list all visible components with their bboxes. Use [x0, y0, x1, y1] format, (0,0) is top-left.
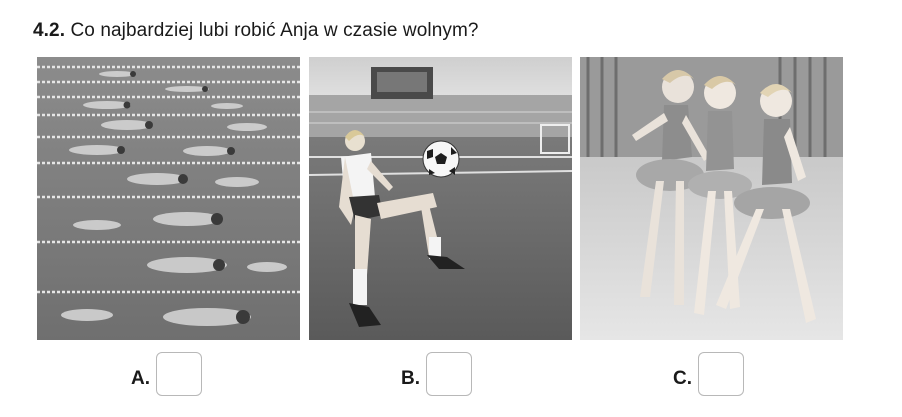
ballet-photo — [580, 57, 843, 340]
answer-option-c: C. — [673, 351, 744, 397]
answer-checkbox-b[interactable] — [426, 352, 472, 396]
answer-letter: B. — [401, 368, 420, 389]
answer-checkbox-a[interactable] — [156, 352, 202, 396]
answer-letter: A. — [131, 368, 150, 389]
question-title: 4.2. Co najbardziej lubi robić Anja w cz… — [33, 20, 479, 42]
answer-letter: C. — [673, 368, 692, 389]
answer-option-a: A. — [131, 351, 202, 397]
swimming-photo — [37, 57, 300, 340]
answer-option-b: B. — [401, 351, 472, 397]
answer-checkbox-c[interactable] — [698, 352, 744, 396]
question-text: Co najbardziej lubi robić Anja w czasie … — [65, 20, 479, 41]
question-number: 4.2. — [33, 20, 66, 41]
football-photo — [309, 57, 572, 340]
